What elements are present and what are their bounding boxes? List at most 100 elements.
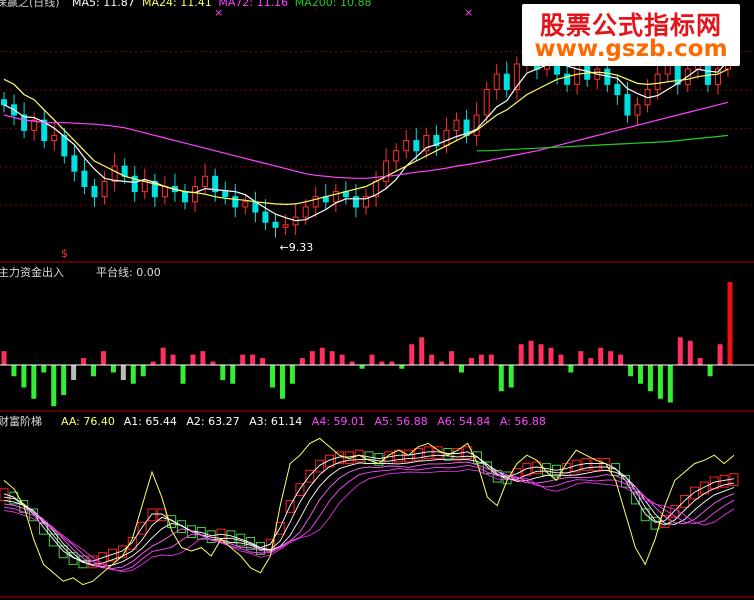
capital-flow-bar [349, 361, 355, 365]
candle-body [71, 155, 78, 172]
capital-flow-bar [180, 365, 186, 384]
candle-body [674, 63, 681, 85]
ladder-line-a1 [3, 451, 735, 562]
candle-body [262, 211, 269, 223]
signal-marker: $ [61, 247, 68, 260]
ladder-legend-a3: A3: 61.14 [249, 415, 302, 428]
low-price-annotation: ←9.33 [280, 241, 314, 254]
wealth-ladder-steps [0, 446, 739, 569]
ladder-step [680, 495, 690, 508]
capital-flow-bar [588, 358, 594, 365]
candle-body [473, 114, 480, 136]
capital-flow-bar [51, 365, 57, 407]
capital-flow-bar [458, 365, 464, 373]
capital-flow-bar [697, 358, 703, 365]
ladder-step [315, 459, 325, 473]
ladder-step [147, 508, 157, 522]
candle-body [654, 73, 661, 90]
capital-flow-bar [200, 351, 206, 365]
capital-flow-bar [140, 365, 146, 377]
candle-body [222, 191, 229, 198]
ladder-step [690, 486, 700, 500]
ladder-step [650, 516, 660, 530]
capital-flow-bar [528, 340, 534, 365]
capital-flow-bar [449, 351, 455, 365]
ladder-step [157, 508, 167, 522]
capital-flow-bar [548, 347, 554, 365]
price-panel-title: 保赢之(日线) [0, 0, 60, 9]
watermark-line2: www.gszb.com [534, 36, 728, 62]
capital-flow-bar [598, 347, 604, 365]
capital-flow-bar [657, 365, 663, 399]
ma200-line [476, 134, 729, 152]
capital-flow-bar [71, 365, 77, 380]
capital-flow-bar [468, 358, 474, 365]
candle-body [242, 201, 249, 208]
capital-flow-bar [379, 361, 385, 365]
capital-flow-bar [478, 354, 484, 365]
ladder-line-a5 [3, 464, 735, 571]
candle-body [624, 94, 631, 116]
ladder-step [443, 447, 453, 461]
ladder-legend-a6: A6: 54.84 [437, 415, 490, 428]
ladder-legend-a: A: 56.88 [500, 415, 546, 428]
candle-body [182, 191, 188, 203]
candle-body [161, 186, 168, 198]
capital-flow-bar [409, 344, 415, 365]
ladder-legend-a1: A1: 65.44 [124, 415, 177, 428]
capital-flow-bar [399, 365, 405, 369]
capital-flow-bar [260, 358, 266, 365]
ladder-line-aa [3, 437, 735, 586]
ladder-line-a4 [3, 461, 735, 569]
candle-body [634, 104, 641, 116]
capital-flow-bar [210, 361, 216, 365]
top-marker-icon: × [464, 6, 473, 19]
ladder-legend-a2: A2: 63.27 [186, 415, 239, 428]
capital-flow-bar [250, 354, 256, 365]
capital-flow-bar [41, 365, 47, 373]
candle-body [393, 150, 400, 162]
capital-flow-bar [667, 365, 673, 403]
price-legend-ma72: MA72: 11.16 [218, 0, 288, 9]
candle-body [483, 88, 490, 116]
capital-flow-bar [687, 340, 693, 365]
capital-flow-bar [11, 365, 17, 377]
capital-flow-bar [677, 337, 683, 365]
capital-flow-bar [81, 358, 87, 365]
candle-body [302, 206, 309, 218]
capital-flow-bar [707, 365, 713, 377]
capital-flow-bar [419, 337, 425, 365]
capital-legend-platform: 平台线: 0.00 [96, 265, 161, 279]
candle-body [272, 221, 279, 228]
candle-body [493, 73, 500, 90]
top-marker-icon: × [214, 6, 223, 19]
capital-flow-bar [329, 351, 335, 365]
candle-body [453, 119, 460, 131]
capital-flow-bar [439, 361, 445, 365]
capital-flow-bar [21, 365, 27, 388]
price-legend-ma5: MA5: 11.87 [72, 0, 135, 9]
capital-flow-bar [389, 361, 395, 365]
capital-flow-bar [309, 351, 315, 365]
candle-body [503, 73, 510, 90]
ladder-legend-aa: AA: 76.40 [61, 415, 115, 428]
capital-flow-bar [130, 365, 136, 384]
capital-flow-bar [568, 365, 574, 373]
candle-body [91, 186, 98, 198]
candle-body [614, 83, 621, 96]
capital-flow-bar [240, 354, 246, 365]
candle-body [202, 175, 209, 188]
capital-flow-bar [608, 351, 614, 365]
candle-body [101, 180, 108, 198]
capital-flow-bar [628, 365, 634, 377]
capital-flow-bar [319, 347, 325, 365]
capital-flow-bar [369, 354, 375, 365]
capital-flow-bar [538, 344, 544, 365]
capital-flow-bar [647, 365, 653, 392]
capital-flow-bar [230, 365, 236, 384]
capital-flow-bar [190, 354, 196, 365]
capital-flow-bar [359, 365, 365, 369]
capital-flow-bar [1, 351, 7, 365]
candle-body [403, 140, 410, 152]
capital-flow-bar [727, 282, 733, 365]
